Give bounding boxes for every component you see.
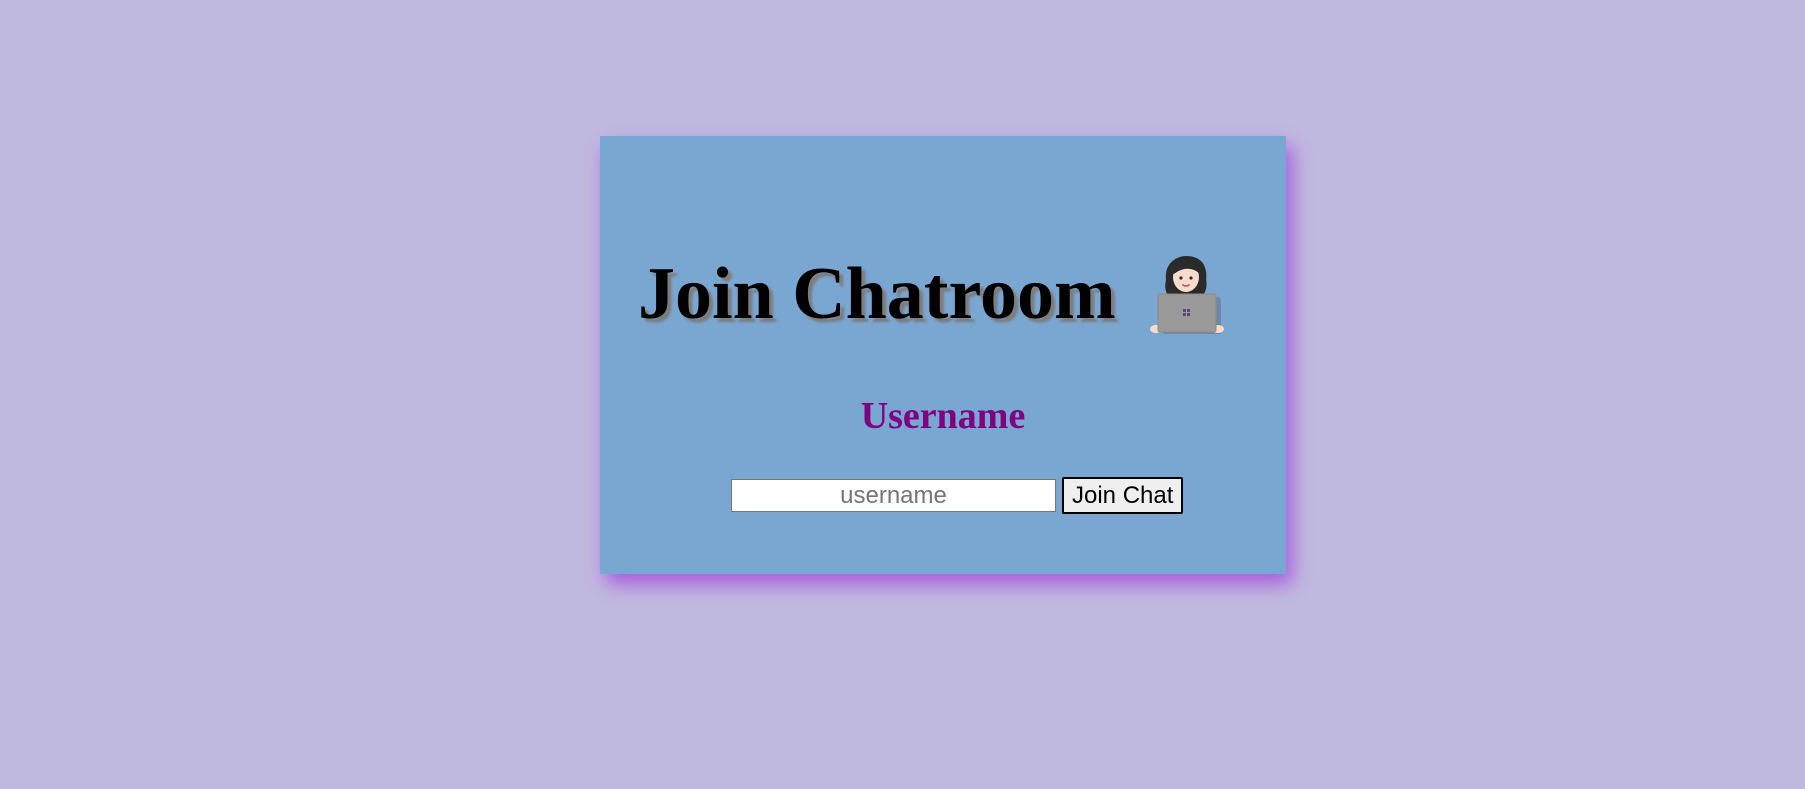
page-title: Join Chatroom	[638, 253, 1116, 335]
woman-technologist-icon	[1148, 254, 1228, 335]
username-label: Username	[860, 395, 1026, 437]
join-card: Join Chatroom Username username Join Cha…	[600, 136, 1286, 574]
username-input[interactable]	[731, 479, 1056, 512]
join-chat-button[interactable]: Join Chat	[1062, 477, 1184, 514]
title-row: Join Chatroom	[638, 253, 1228, 335]
join-form: Join Chat	[731, 477, 1184, 514]
page: { "page": { "background_color": "#c0b9df…	[0, 0, 1805, 789]
